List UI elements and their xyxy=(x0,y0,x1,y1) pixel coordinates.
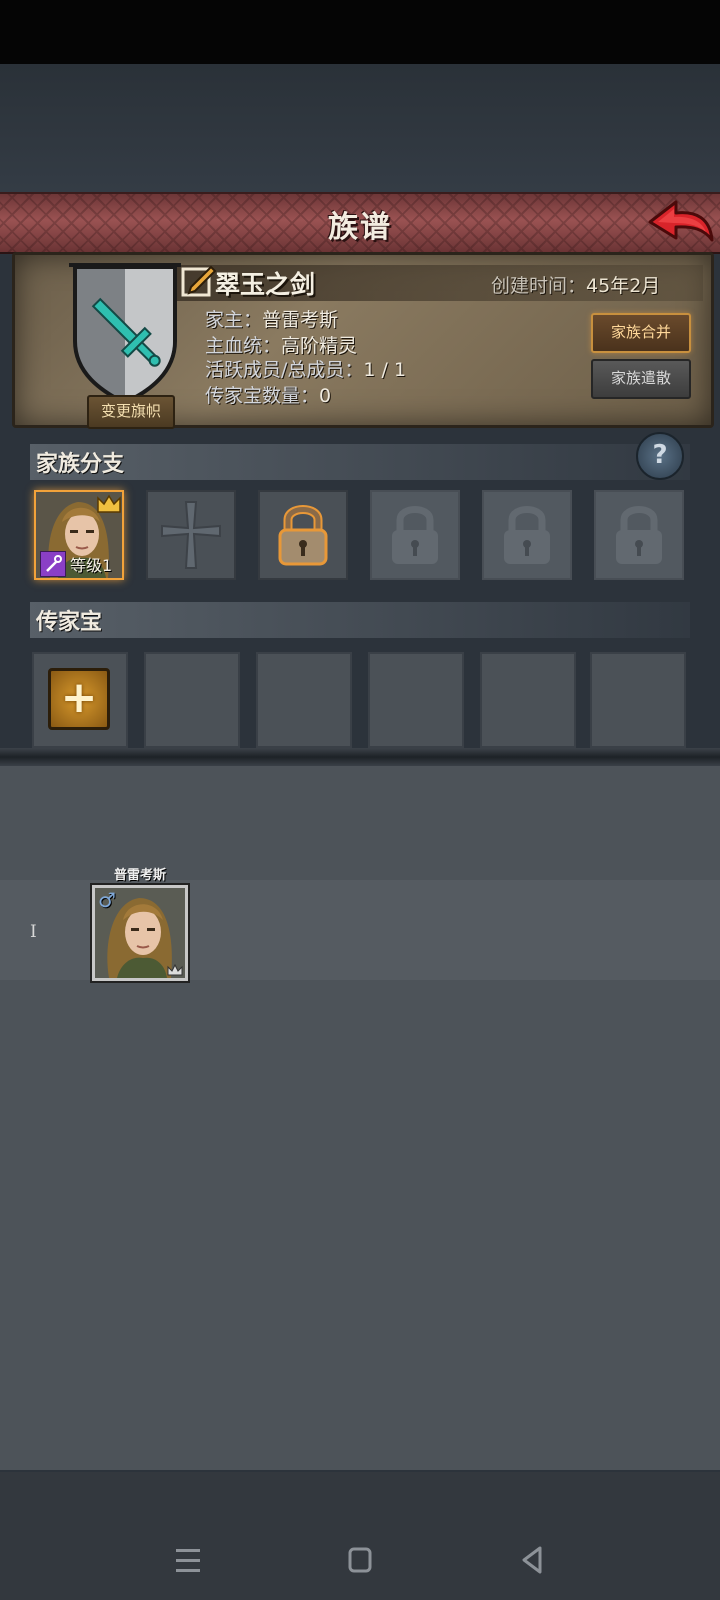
family-head-row: 家主：普雷考斯 xyxy=(205,305,338,332)
menu-icon[interactable] xyxy=(168,1540,208,1580)
family-head-value: 普雷考斯 xyxy=(262,309,339,331)
heirloom-slot[interactable]: + xyxy=(32,652,128,748)
branch-slot-locked xyxy=(370,490,460,580)
bloodline-label: 主血统： xyxy=(205,335,282,357)
heirlooms-header: 传家宝 xyxy=(30,602,690,638)
home-icon[interactable] xyxy=(340,1540,380,1580)
heirloom-slot xyxy=(480,652,576,748)
add-heirloom-button[interactable]: + xyxy=(48,668,110,730)
created-time-label: 创建时间： xyxy=(491,275,587,297)
level-label: 等级1 xyxy=(70,556,113,575)
branch-slot-unlockable[interactable] xyxy=(258,490,348,580)
family-shield-icon[interactable] xyxy=(65,261,185,411)
heirlooms-title: 传家宝 xyxy=(36,610,103,635)
heirloom-slot xyxy=(590,652,686,748)
navigation-bar xyxy=(0,1472,720,1600)
members-label: 活跃成员/总成员： xyxy=(205,359,364,381)
family-merge-button[interactable]: 家族合并 xyxy=(591,313,691,353)
status-bar xyxy=(0,0,720,64)
family-disband-button[interactable]: 家族遣散 xyxy=(591,359,691,399)
family-name: 翠玉之剑 xyxy=(215,270,316,299)
edit-name-icon[interactable] xyxy=(181,263,217,299)
members-value: 1 / 1 xyxy=(363,359,407,381)
bloodline-value: 高阶精灵 xyxy=(281,335,358,357)
branches-header: 家族分支 xyxy=(30,444,690,480)
crown-small-icon xyxy=(167,964,183,976)
heirloom-count-value: 0 xyxy=(319,385,332,407)
back-icon[interactable] xyxy=(512,1540,552,1580)
lock-icon xyxy=(392,506,438,564)
members-row: 活跃成员/总成员：1 / 1 xyxy=(205,355,406,382)
gold-lock-icon xyxy=(278,505,328,566)
male-gender-icon: ♂ xyxy=(98,888,116,912)
back-arrow-icon[interactable] xyxy=(646,196,716,246)
branch-slot-locked xyxy=(482,490,572,580)
heirloom-slot xyxy=(256,652,352,748)
family-head-label: 家主： xyxy=(205,309,263,331)
level-badge: 等级1 xyxy=(40,551,113,577)
title-bar: 族谱 xyxy=(0,192,720,254)
section-divider xyxy=(0,748,720,766)
page-title: 族谱 xyxy=(328,210,392,245)
branches-title: 家族分支 xyxy=(36,452,125,477)
bloodline-row: 主血统：高阶精灵 xyxy=(205,331,357,358)
crown-icon xyxy=(97,494,121,513)
heirloom-slot xyxy=(368,652,464,748)
cross-icon xyxy=(161,501,221,569)
family-info-panel: 变更旗帜 翠玉之剑 创建时间：45年2月 家主：普雷考斯 主血统：高阶精灵 活跃… xyxy=(12,252,714,429)
generation-number: I xyxy=(30,922,37,942)
created-time: 创建时间：45年2月 xyxy=(491,271,660,298)
staff-icon xyxy=(40,551,66,577)
heirloom-count-row: 传家宝数量：0 xyxy=(205,381,331,408)
branch-slot-locked xyxy=(594,490,684,580)
tree-member-name: 普雷考斯 xyxy=(113,868,166,883)
tree-member-card[interactable]: ♂ xyxy=(90,883,190,983)
help-icon[interactable]: ? xyxy=(636,432,684,480)
lock-icon xyxy=(616,506,662,564)
heirloom-count-label: 传家宝数量： xyxy=(205,385,320,407)
branch-slot-add[interactable] xyxy=(146,490,236,580)
branch-slot-leader[interactable]: 等级1 xyxy=(34,490,124,580)
created-time-value: 45年2月 xyxy=(586,275,661,297)
lock-icon xyxy=(504,506,550,564)
heirloom-slot xyxy=(144,652,240,748)
change-banner-button[interactable]: 变更旗帜 xyxy=(87,395,175,429)
top-background xyxy=(0,64,720,192)
